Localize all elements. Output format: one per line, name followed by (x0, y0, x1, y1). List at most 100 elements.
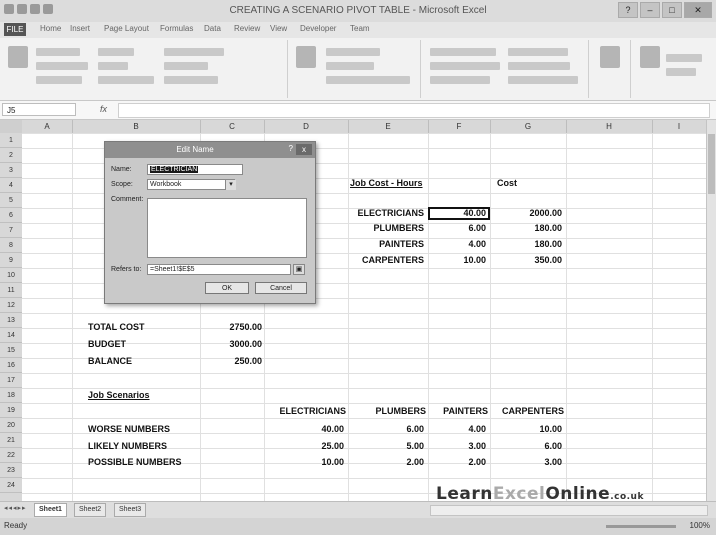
total-label[interactable]: BALANCE (88, 356, 132, 366)
sheet-tab[interactable]: Sheet3 (114, 503, 147, 517)
vertical-scrollbar[interactable] (706, 120, 716, 501)
column-header[interactable]: G (490, 120, 567, 133)
trade-cost[interactable]: 2000.00 (494, 208, 562, 218)
ribbon-button[interactable] (430, 48, 496, 56)
trade-cost[interactable]: 350.00 (494, 255, 562, 265)
scenario-value[interactable]: 10.00 (488, 424, 562, 434)
tab-home[interactable]: Home (40, 24, 61, 33)
row-header[interactable]: 2 (0, 148, 22, 163)
section2-title[interactable]: Job Scenarios (88, 390, 150, 400)
ribbon-button[interactable] (326, 62, 374, 70)
tab-view[interactable]: View (270, 24, 287, 33)
ribbon-button[interactable] (666, 54, 702, 62)
scenario-value[interactable]: 2.00 (346, 457, 424, 467)
row-header[interactable]: 23 (0, 463, 22, 478)
row-header[interactable]: 1 (0, 133, 22, 148)
scenario-value[interactable]: 10.00 (262, 457, 344, 467)
ok-button[interactable]: OK (205, 282, 249, 294)
tab-data[interactable]: Data (204, 24, 221, 33)
column-header[interactable]: I (652, 120, 706, 133)
row-header[interactable]: 16 (0, 358, 22, 373)
column-header[interactable]: C (200, 120, 265, 133)
scenario-value[interactable]: 6.00 (346, 424, 424, 434)
tab-team[interactable]: Team (350, 24, 370, 33)
chevron-down-icon[interactable]: ▾ (225, 180, 236, 190)
calculation-options-icon[interactable] (640, 46, 660, 68)
sheet-tab[interactable]: Sheet2 (74, 503, 107, 517)
row-header[interactable]: 15 (0, 343, 22, 358)
collapse-dialog-icon[interactable]: ▣ (293, 264, 305, 275)
scenario-header[interactable]: CARPENTERS (488, 406, 564, 416)
column-header[interactable]: E (348, 120, 429, 133)
row-header[interactable]: 5 (0, 193, 22, 208)
minimize-button[interactable]: – (640, 2, 660, 18)
row-header[interactable]: 20 (0, 418, 22, 433)
dialog-close-button[interactable]: x (296, 144, 312, 155)
ribbon-button[interactable] (666, 68, 696, 76)
fx-icon[interactable]: fx (100, 104, 107, 114)
maximize-button[interactable]: □ (662, 2, 682, 18)
help-icon[interactable]: ? (618, 2, 638, 18)
ribbon-button[interactable] (326, 48, 380, 56)
comment-field[interactable] (147, 198, 307, 258)
row-header[interactable]: 18 (0, 388, 22, 403)
scenario-value[interactable]: 40.00 (262, 424, 344, 434)
ribbon-button[interactable] (98, 62, 128, 70)
row-header[interactable]: 13 (0, 313, 22, 328)
active-cell[interactable] (428, 207, 490, 220)
ribbon-button[interactable] (508, 48, 568, 56)
row-header[interactable]: 11 (0, 283, 22, 298)
ribbon-button[interactable] (430, 76, 490, 84)
cost-header[interactable]: Cost (497, 178, 517, 188)
zoom-slider[interactable] (606, 525, 676, 528)
horizontal-scrollbar[interactable] (430, 505, 708, 516)
name-manager-icon[interactable] (296, 46, 316, 68)
scenario-value[interactable]: 2.00 (426, 457, 486, 467)
ribbon-button[interactable] (164, 62, 208, 70)
ribbon-button[interactable] (98, 76, 154, 84)
ribbon-button[interactable] (164, 76, 218, 84)
row-header[interactable]: 19 (0, 403, 22, 418)
row-header[interactable]: 4 (0, 178, 22, 193)
dialog-help-icon[interactable]: ? (289, 144, 293, 153)
row-header[interactable]: 12 (0, 298, 22, 313)
tab-review[interactable]: Review (234, 24, 260, 33)
row-header[interactable]: 6 (0, 208, 22, 223)
trade-name[interactable]: ELECTRICIANS (340, 208, 424, 218)
tab-page-layout[interactable]: Page Layout (104, 24, 149, 33)
ribbon-button[interactable] (430, 62, 500, 70)
row-header[interactable]: 24 (0, 478, 22, 493)
row-header[interactable]: 8 (0, 238, 22, 253)
ribbon-button[interactable] (98, 48, 134, 56)
ribbon-button[interactable] (508, 76, 578, 84)
scenario-value[interactable]: 6.00 (488, 441, 562, 451)
name-box[interactable]: J5 (2, 103, 76, 116)
scenario-header[interactable]: PLUMBERS (346, 406, 426, 416)
row-header[interactable]: 22 (0, 448, 22, 463)
scenario-name[interactable]: WORSE NUMBERS (88, 424, 170, 434)
ribbon-button[interactable] (36, 76, 82, 84)
trade-name[interactable]: PLUMBERS (340, 223, 424, 233)
trade-hours[interactable]: 4.00 (430, 239, 486, 249)
column-header[interactable]: H (566, 120, 653, 133)
column-header[interactable]: F (428, 120, 491, 133)
row-header[interactable]: 17 (0, 373, 22, 388)
scope-select[interactable]: Workbook (147, 179, 235, 190)
column-header[interactable]: B (72, 120, 201, 133)
scenario-value[interactable]: 3.00 (426, 441, 486, 451)
sheet-tab[interactable]: Sheet1 (34, 503, 67, 517)
scenario-value[interactable]: 3.00 (488, 457, 562, 467)
scenario-value[interactable]: 5.00 (346, 441, 424, 451)
total-value[interactable]: 250.00 (200, 356, 262, 366)
row-header[interactable]: 7 (0, 223, 22, 238)
refers-to-field[interactable]: =Sheet1!$E$5 (147, 264, 291, 275)
row-header[interactable]: 10 (0, 268, 22, 283)
name-field[interactable]: ELECTRICIAN (147, 164, 243, 175)
insert-function-icon[interactable] (8, 46, 28, 68)
trade-name[interactable]: CARPENTERS (340, 255, 424, 265)
tab-formulas[interactable]: Formulas (160, 24, 193, 33)
scenario-name[interactable]: POSSIBLE NUMBERS (88, 457, 182, 467)
tab-insert[interactable]: Insert (70, 24, 90, 33)
tab-developer[interactable]: Developer (300, 24, 336, 33)
zoom-level[interactable]: 100% (690, 521, 710, 530)
